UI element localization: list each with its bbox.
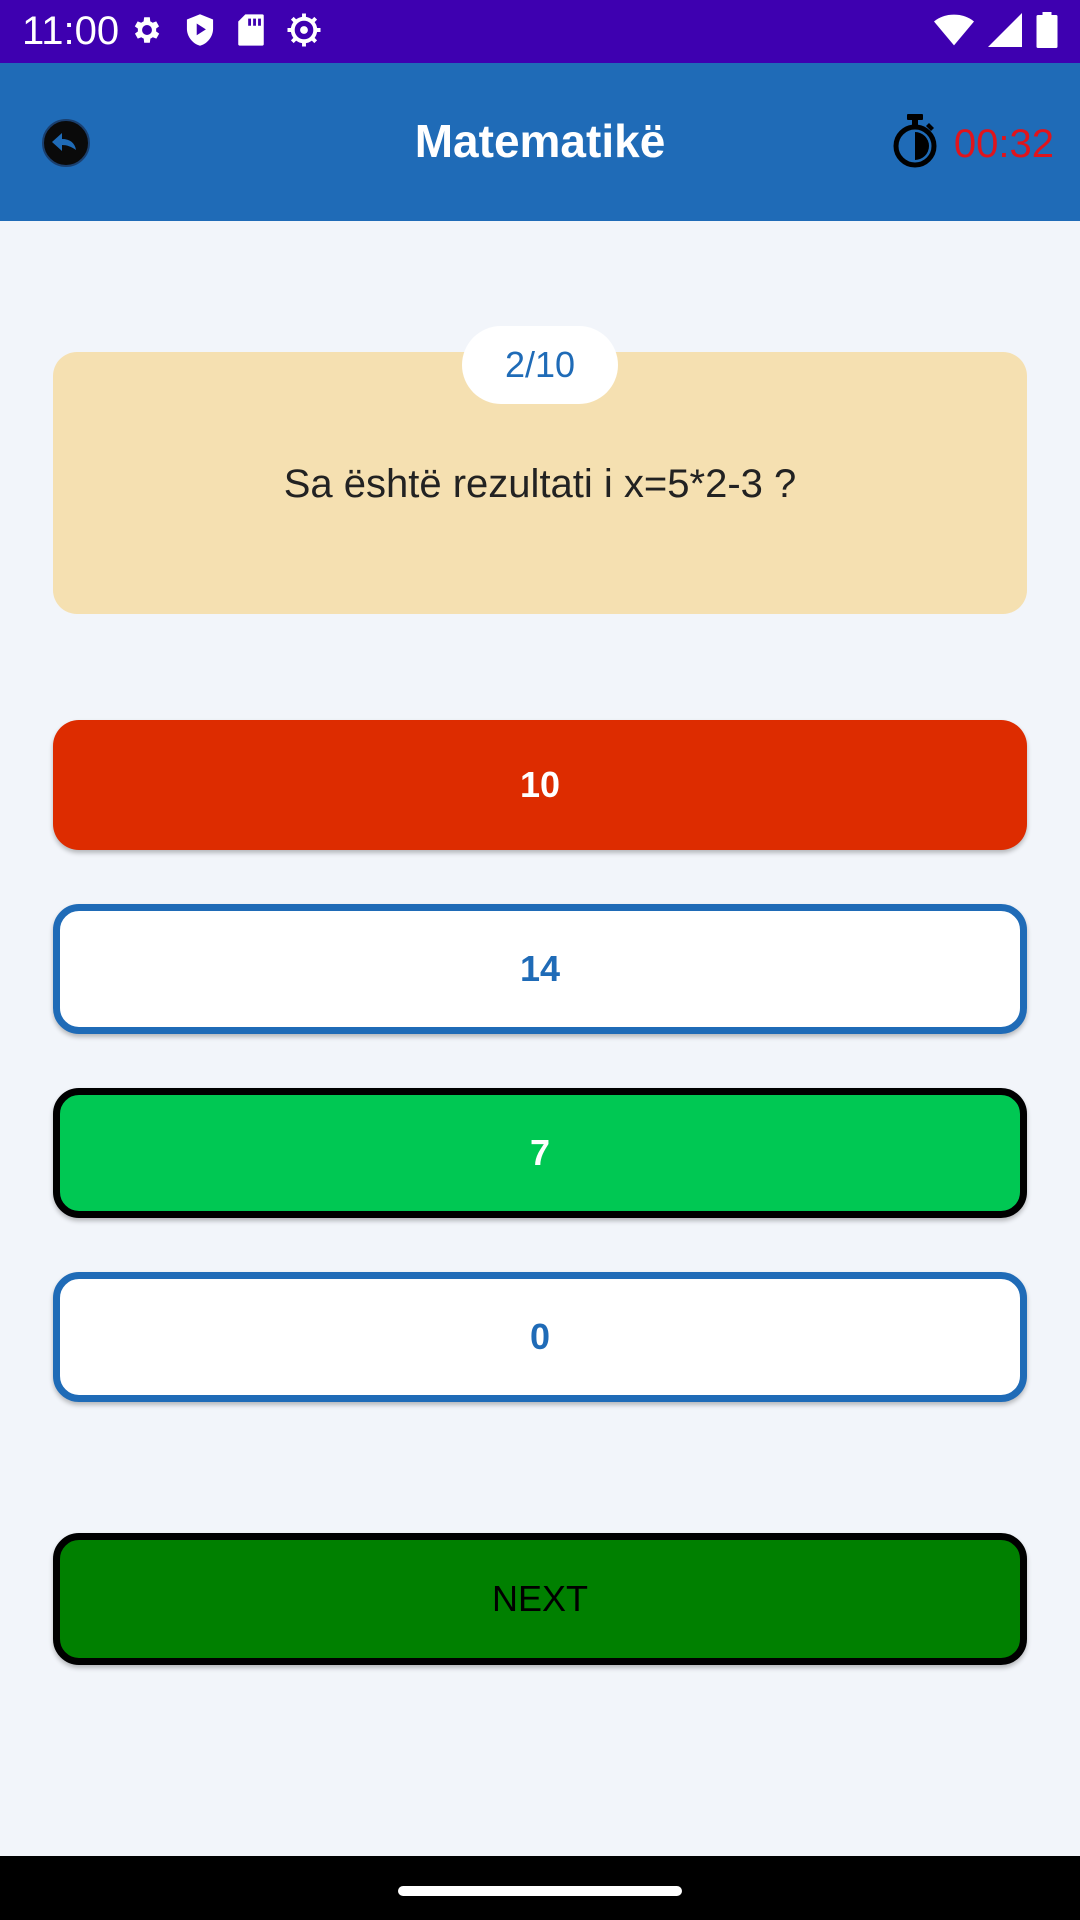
- app-bar: Matematikë 00:32: [0, 63, 1080, 221]
- answer-option-1[interactable]: 10: [53, 720, 1027, 850]
- answer-option-2[interactable]: 14: [53, 904, 1027, 1034]
- play-protect-icon: [184, 13, 216, 47]
- next-button-label: NEXT: [491, 1578, 588, 1619]
- answer-label: 0: [529, 1316, 551, 1357]
- battery-icon: [1036, 12, 1058, 48]
- navigation-bar: [0, 1856, 1080, 1920]
- wifi-icon: [934, 13, 974, 47]
- settings-gear-icon: [130, 13, 164, 47]
- answer-label: 10: [519, 764, 561, 805]
- answer-label: 14: [519, 948, 561, 989]
- answer-option-4[interactable]: 0: [53, 1272, 1027, 1402]
- sd-card-icon: [236, 13, 266, 47]
- quiz-timer: 00:32: [890, 113, 1054, 174]
- status-system-icons: [934, 12, 1058, 48]
- question-text: Sa është rezultati i x=5*2-3 ?: [283, 462, 797, 506]
- question-counter: 2/10: [462, 326, 618, 404]
- answer-option-3[interactable]: 7: [53, 1088, 1027, 1218]
- home-indicator[interactable]: [398, 1886, 682, 1896]
- status-time: 11:00: [22, 9, 120, 53]
- status-bar: 11:00: [0, 0, 1080, 63]
- timer-text: 00:32: [953, 121, 1054, 166]
- status-notification-icons: [130, 12, 322, 48]
- stopwatch-icon: [890, 113, 940, 174]
- next-button[interactable]: NEXT: [53, 1533, 1027, 1665]
- signal-icon: [988, 13, 1022, 47]
- answer-label: 7: [529, 1132, 551, 1173]
- settings-cog-icon: [286, 12, 322, 48]
